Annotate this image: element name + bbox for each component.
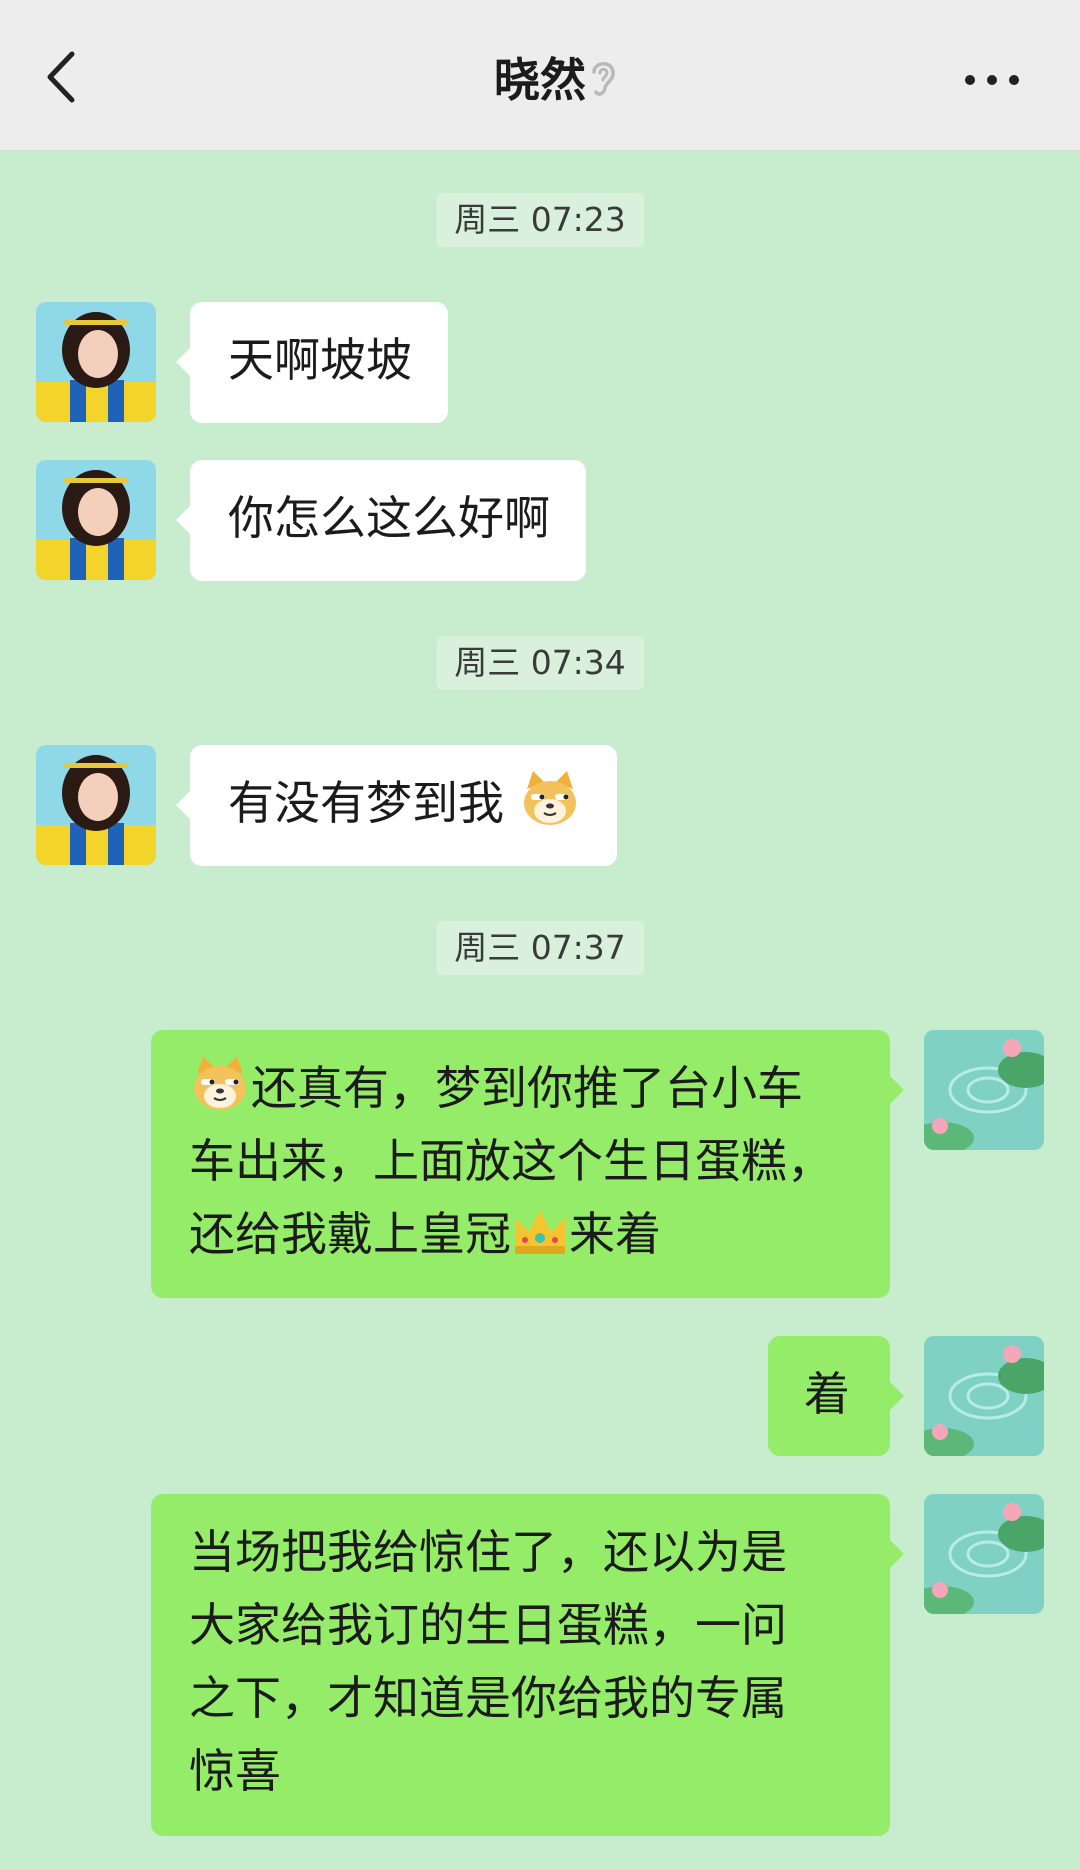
ear-icon: [592, 62, 615, 96]
doge-emoji-icon: [194, 1056, 246, 1110]
crown-emoji-icon: [515, 1210, 565, 1254]
message-bubble-incoming[interactable]: 你怎么这么好啊: [176, 460, 586, 581]
contact-avatar[interactable]: [36, 745, 156, 865]
message-line: 还给我戴上皇冠 来着: [189, 1198, 854, 1271]
timestamp: 周三 07:37: [436, 921, 644, 975]
chat-title: 晓然: [494, 53, 586, 107]
my-avatar[interactable]: [924, 1030, 1044, 1150]
message-text: 车出来，上面放这个生日蛋糕，: [189, 1134, 833, 1188]
chat-header: 晓然: [0, 0, 1080, 151]
message-line: 还真有，梦到你推了台小车: [189, 1052, 854, 1125]
message-line: 之下，才知道是你给我的专属: [189, 1671, 787, 1725]
message-text: 天啊坡坡: [228, 333, 412, 387]
message-line: 惊喜: [189, 1744, 281, 1798]
message-bubble-incoming[interactable]: 天啊坡坡: [176, 302, 448, 423]
my-avatar[interactable]: [924, 1336, 1044, 1456]
message-text: 还给我戴上皇冠: [189, 1207, 511, 1261]
message-text: 来着: [569, 1207, 661, 1261]
timestamp: 周三 07:23: [436, 193, 644, 247]
message-bubble-outgoing[interactable]: 当场把我给惊住了，还以为是 大家给我订的生日蛋糕，一问 之下，才知道是你给我的专…: [151, 1494, 904, 1836]
message-bubble-incoming[interactable]: 有没有梦到我: [176, 745, 617, 866]
message-line: 车出来，上面放这个生日蛋糕，: [189, 1125, 854, 1198]
message-text: 你怎么这么好啊: [228, 491, 550, 545]
contact-avatar[interactable]: [36, 460, 156, 580]
message-text: 着: [804, 1367, 850, 1421]
timestamp: 周三 07:34: [436, 636, 644, 690]
message-bubble-outgoing[interactable]: 还真有，梦到你推了台小车 车出来，上面放这个生日蛋糕， 还给我戴上皇冠 来着: [151, 1030, 904, 1298]
message-line: 当场把我给惊住了，还以为是: [189, 1525, 787, 1579]
more-dots-icon[interactable]: [962, 62, 1022, 98]
message-bubble-outgoing[interactable]: 着: [768, 1336, 904, 1456]
message-text: 还真有，梦到你推了台小车: [251, 1061, 803, 1115]
doge-emoji-icon: [523, 771, 576, 825]
message-line: 大家给我订的生日蛋糕，一问: [189, 1598, 787, 1652]
message-text: 有没有梦到我: [228, 776, 504, 830]
my-avatar[interactable]: [924, 1494, 1044, 1614]
contact-avatar[interactable]: [36, 302, 156, 422]
